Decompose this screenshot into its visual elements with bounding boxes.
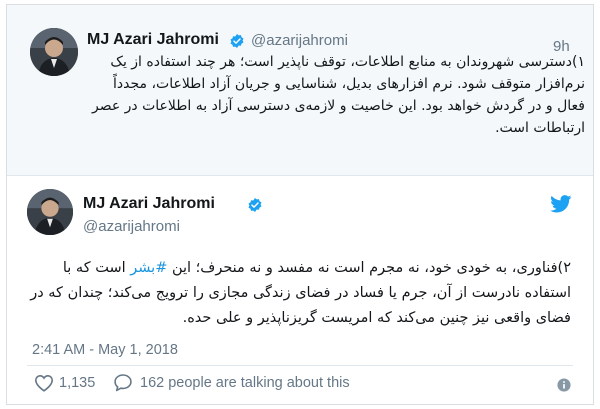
info-icon[interactable] [557, 378, 571, 392]
avatar[interactable] [30, 28, 78, 76]
speech-bubble-icon[interactable] [113, 373, 133, 392]
hashtag-link[interactable]: #بشر [130, 260, 167, 276]
tweet-text: ۲)فناوری، به خودی خود، نه مجرم است نه مف… [27, 256, 571, 331]
profile-photo [30, 28, 78, 76]
author-name[interactable]: MJ Azari Jahromi [87, 31, 219, 49]
verified-badge-icon [248, 198, 262, 212]
tweet-text: ۱)دسترسی شهروندان به منابع اطلاعات، توقف… [91, 54, 585, 136]
twitter-bird-icon[interactable] [550, 195, 572, 213]
author-handle[interactable]: @azarijahromi [251, 32, 348, 49]
like-count[interactable]: 1,135 [59, 375, 95, 391]
verified-badge-icon [230, 34, 244, 48]
heart-icon[interactable] [34, 374, 54, 392]
tweet-text-before: ۲)فناوری، به خودی خود، نه مجرم است نه مف… [167, 260, 571, 276]
avatar[interactable] [27, 189, 73, 235]
tweet-timestamp[interactable]: 2:41 AM - May 1, 2018 [32, 342, 178, 358]
profile-photo [27, 189, 73, 235]
conversation-link[interactable]: 162 people are talking about this [140, 375, 350, 391]
author-name[interactable]: MJ Azari Jahromi [83, 195, 215, 213]
author-handle[interactable]: @azarijahromi [83, 218, 180, 235]
embedded-tweet-card: MJ Azari Jahromi @azarijahromi 9h ۱)دستر… [6, 4, 594, 405]
parent-tweet[interactable]: MJ Azari Jahromi @azarijahromi 9h ۱)دستر… [7, 5, 593, 176]
divider [27, 365, 573, 366]
main-tweet: MJ Azari Jahromi @azarijahromi ۲)فناوری،… [7, 177, 593, 406]
